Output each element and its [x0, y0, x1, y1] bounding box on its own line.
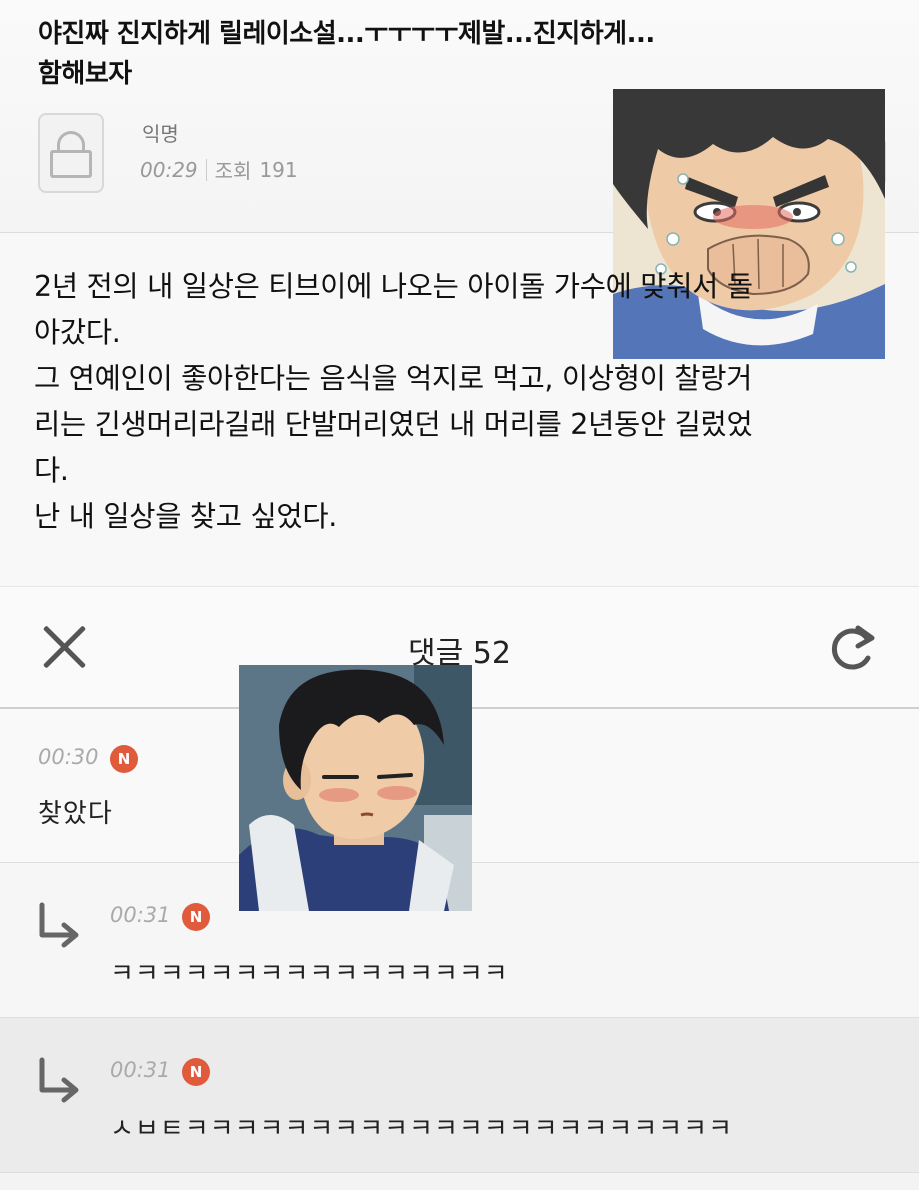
author-avatar: [38, 113, 104, 193]
comment-text: 찾았다: [38, 799, 113, 829]
refresh-icon[interactable]: [824, 620, 880, 676]
body-line: 그 연예인이 좋아한다는 음식을 억지로 먹고, 이상형이 찰랑거: [34, 362, 753, 395]
comment-text: ㅅㅂㅌㅋㅋㅋㅋㅋㅋㅋㅋㅋㅋㅋㅋㅋㅋㅋㅋㅋㅋㅋㅋㅋㅋ: [110, 1114, 734, 1144]
new-badge: N: [182, 903, 210, 931]
reply-arrow-icon: [39, 1057, 79, 1103]
meme-image-blushing: [239, 665, 472, 911]
body-line: 다.: [34, 454, 69, 487]
new-badge: N: [110, 745, 138, 773]
new-badge: N: [182, 1058, 210, 1086]
views-label: 조회: [214, 159, 252, 183]
body-line: 아갔다.: [34, 316, 121, 349]
post-title: 야진짜 진지하게 릴레이소설...ㅜㅜㅜㅜ제발...진지하게... 함해보자: [38, 19, 655, 89]
comment-time: 00:31: [110, 903, 171, 927]
comment-text: ㅋㅋㅋㅋㅋㅋㅋㅋㅋㅋㅋㅋㅋㅋㅋㅋ: [110, 959, 509, 989]
post-body: 2년 전의 내 일상은 티브이에 나오는 아이돌 가수에 맞춰서 돌 아갔다. …: [34, 264, 894, 540]
body-line: 난 내 일상을 찾고 싶었다.: [34, 500, 337, 533]
reply-arrow-icon: [39, 902, 79, 948]
body-line: 2년 전의 내 일상은 티브이에 나오는 아이돌 가수에 맞춰서 돌: [34, 270, 753, 303]
post-time: 00:29: [140, 157, 198, 182]
bottom-strip: [0, 1173, 919, 1190]
views-count: 191: [259, 157, 298, 182]
comment-time: 00:31: [110, 1058, 171, 1082]
post-meta: 00:29 조회 191: [140, 155, 298, 184]
author-name: 익명: [142, 122, 179, 146]
reply-item: 00:31 N ㅅㅂㅌㅋㅋㅋㅋㅋㅋㅋㅋㅋㅋㅋㅋㅋㅋㅋㅋㅋㅋㅋㅋㅋㅋ: [0, 1018, 919, 1173]
body-line: 리는 긴생머리라길래 단발머리였던 내 머리를 2년동안 길렀었: [34, 408, 753, 441]
comment-time: 00:30: [38, 745, 99, 769]
meta-divider: [205, 158, 207, 181]
